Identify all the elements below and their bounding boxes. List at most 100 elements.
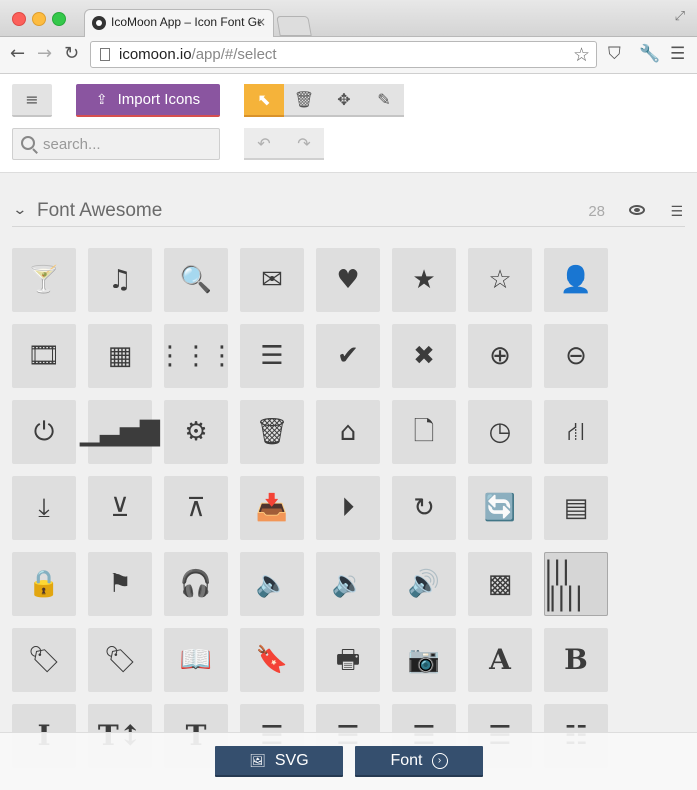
icon-tile-trash[interactable]: 🗑: [240, 400, 304, 464]
icon-tile-play-circle[interactable]: ⏵: [316, 476, 380, 540]
icon-tile-flag[interactable]: ⚑: [88, 552, 152, 616]
window-titlebar: IcoMoon App – Icon Font Generator × ⤢: [0, 0, 697, 37]
print-icon: 🖶: [335, 645, 361, 675]
icon-tile-upload[interactable]: ⊼: [164, 476, 228, 540]
icon-tile-volume-up[interactable]: 🔊: [392, 552, 456, 616]
new-tab-button[interactable]: [276, 16, 312, 36]
star-icon: ★: [412, 265, 436, 295]
generate-font-button[interactable]: Font ›: [355, 746, 483, 777]
browser-menu-icon[interactable]: ☰: [670, 44, 685, 64]
move-tool-button[interactable]: ✥: [324, 84, 364, 117]
move-icon: ✥: [337, 90, 351, 109]
icon-tile-cog[interactable]: ⚙: [164, 400, 228, 464]
icomoon-favicon-icon: [92, 16, 106, 30]
icon-tile-music[interactable]: ♫: [88, 248, 152, 312]
icon-tile-remove[interactable]: ✖: [392, 324, 456, 388]
fullscreen-icon[interactable]: ⤢: [675, 9, 685, 24]
icon-tile-ok[interactable]: ✔: [316, 324, 380, 388]
icon-tile-road[interactable]: ⛙: [544, 400, 608, 464]
icon-tile-repeat[interactable]: ↻: [392, 476, 456, 540]
icon-tile-star-empty[interactable]: ☆: [468, 248, 532, 312]
bookmark-star-icon[interactable]: ☆: [573, 44, 590, 66]
search-input[interactable]: [43, 133, 213, 155]
icon-tile-th-large[interactable]: ▦: [88, 324, 152, 388]
generate-svg-button[interactable]: 🖼 SVG: [215, 746, 343, 777]
th-large-icon: ▦: [107, 341, 133, 371]
download-alt-icon: ⤓: [38, 493, 50, 523]
url-host: icomoon.io: [119, 46, 192, 63]
icon-tile-volume-off[interactable]: 🔈: [240, 552, 304, 616]
close-window-button[interactable]: [12, 12, 26, 26]
minimize-window-button[interactable]: [32, 12, 46, 26]
icon-tile-volume-down[interactable]: 🔉: [316, 552, 380, 616]
icon-tile-file[interactable]: 🗋: [392, 400, 456, 464]
icon-tile-book[interactable]: 📖: [164, 628, 228, 692]
icon-tile-bold[interactable]: B: [544, 628, 608, 692]
file-icon: 🗋: [413, 417, 435, 447]
icon-tile-download-alt[interactable]: ⤓: [12, 476, 76, 540]
icon-tile-th-list[interactable]: ☰: [240, 324, 304, 388]
collapse-chevron-icon[interactable]: ⌄: [12, 202, 27, 218]
icon-tile-print[interactable]: 🖶: [316, 628, 380, 692]
icon-tile-tag[interactable]: 🏷: [12, 628, 76, 692]
pocket-icon[interactable]: ⛉: [608, 44, 621, 64]
forward-arrow-icon[interactable]: →: [37, 44, 52, 64]
delete-tool-button[interactable]: 🗑: [284, 84, 324, 117]
icon-tile-font[interactable]: A: [468, 628, 532, 692]
browser-toolbar: ← → ↻ icomoon.io/app/#/select ☆ ⛉ 🔧 ☰: [0, 37, 697, 74]
search-icon: [21, 136, 35, 150]
redo-button[interactable]: ↷: [284, 128, 324, 158]
icon-tile-glass[interactable]: 🍸: [12, 248, 76, 312]
address-bar[interactable]: icomoon.io/app/#/select ☆: [90, 41, 597, 68]
icon-tile-user[interactable]: 👤: [544, 248, 608, 312]
maximize-window-button[interactable]: [52, 12, 66, 26]
icon-tile-zoom-out[interactable]: ⊖: [544, 324, 608, 388]
browser-tab[interactable]: IcoMoon App – Icon Font Generator ×: [84, 9, 274, 37]
icon-tile-signal[interactable]: ▁▃▅▇: [80, 400, 160, 464]
icon-tile-download[interactable]: ⊻: [88, 476, 152, 540]
url-path: /app/#/select: [191, 46, 277, 63]
tab-close-icon[interactable]: ×: [256, 15, 266, 29]
icon-tile-star[interactable]: ★: [392, 248, 456, 312]
icon-tile-off[interactable]: ⏻: [12, 400, 76, 464]
user-icon: 👤: [559, 265, 593, 295]
select-tool-button[interactable]: ⬉: [244, 84, 284, 117]
icon-tile-lock[interactable]: 🔒: [12, 552, 76, 616]
wrench-icon[interactable]: 🔧: [639, 44, 660, 64]
icon-tile-inbox[interactable]: 📥: [240, 476, 304, 540]
volume-down-icon: 🔉: [331, 569, 365, 599]
icon-tile-th[interactable]: ⋮⋮⋮: [157, 324, 235, 388]
reload-icon[interactable]: ↻: [64, 44, 79, 64]
icon-tile-camera[interactable]: 📷: [392, 628, 456, 692]
set-menu-icon[interactable]: ☰: [670, 204, 683, 220]
icon-tile-bookmark[interactable]: 🔖: [240, 628, 304, 692]
visibility-eye-icon[interactable]: [629, 205, 645, 215]
off-icon: ⏻: [33, 417, 55, 447]
icon-tile-tags[interactable]: 🏷: [88, 628, 152, 692]
url-text[interactable]: icomoon.io/app/#/select: [119, 46, 277, 63]
edit-tool-button[interactable]: ✎: [364, 84, 404, 117]
back-arrow-icon[interactable]: ←: [10, 44, 25, 64]
image-icon: 🖼: [249, 752, 266, 768]
icon-tile-qrcode[interactable]: ▩: [468, 552, 532, 616]
bold-icon: B: [564, 643, 588, 676]
icon-tile-refresh[interactable]: 🔄: [468, 476, 532, 540]
icon-tile-zoom-in[interactable]: ⊕: [468, 324, 532, 388]
footer-bar: 🖼 SVG Font ›: [0, 732, 697, 790]
icon-tile-barcode[interactable]: |||‖|||: [544, 552, 608, 616]
import-icons-button[interactable]: ⇪ Import Icons: [76, 84, 220, 117]
main-menu-button[interactable]: ≡: [12, 84, 52, 117]
icon-tile-heart[interactable]: ♥: [316, 248, 380, 312]
icon-tile-time[interactable]: ◷: [468, 400, 532, 464]
icon-tile-envelope[interactable]: ✉: [240, 248, 304, 312]
undo-button[interactable]: ↶: [244, 128, 284, 158]
home-icon: ⌂: [339, 417, 357, 447]
icon-tile-film[interactable]: 🎞: [12, 324, 76, 388]
icon-tile-list-alt[interactable]: ▤: [544, 476, 608, 540]
icon-tile-search[interactable]: 🔍: [164, 248, 228, 312]
chevron-right-circle-icon: ›: [431, 752, 448, 769]
icon-tile-headphones[interactable]: 🎧: [164, 552, 228, 616]
icon-tile-home[interactable]: ⌂: [316, 400, 380, 464]
import-icon: ⇪: [95, 91, 108, 107]
list-alt-icon: ▤: [563, 493, 589, 523]
